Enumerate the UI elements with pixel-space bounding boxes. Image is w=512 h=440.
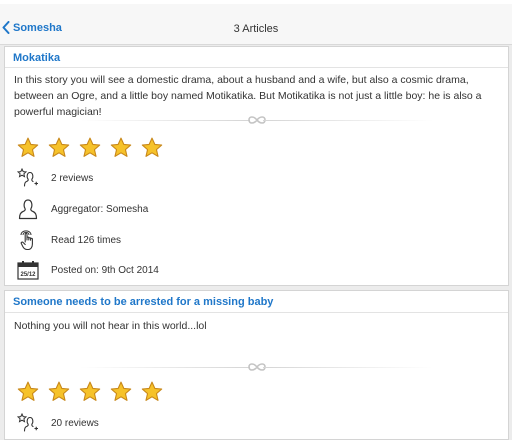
title-divider [5,312,508,313]
article-title[interactable]: Mokatika [13,52,60,64]
review-star-person-icon [17,167,39,189]
article-body: In this story you will see a domestic dr… [14,74,482,118]
reviews-row[interactable]: 20 reviews [17,412,99,434]
article-card[interactable]: Someone needs to be arrested for a missi… [4,290,509,440]
svg-text:25/12: 25/12 [20,272,36,278]
top-bar: Somesha 3 Articles [0,0,512,45]
reviews-row[interactable]: 2 reviews [17,167,93,189]
posted-date: Posted on: 9th Oct 2014 [51,264,159,276]
article-title[interactable]: Someone needs to be arrested for a missi… [13,296,273,308]
posted-row: 25/12 Posted on: 9th Oct 2014 [17,259,159,281]
reviews-count: 2 reviews [51,172,94,184]
calendar-icon: 25/12 [17,259,39,281]
page-title: 3 Articles [233,23,279,35]
aggregator-row: Aggregator: Somesha [17,198,148,220]
star-icon[interactable] [110,137,132,158]
hand-touch-icon [17,229,39,251]
aggregator-label: Aggregator: Somesha [51,203,149,215]
person-outline-icon [17,198,39,220]
ornament-divider [55,115,458,125]
title-divider [5,67,508,68]
star-icon[interactable] [79,381,101,402]
reviews-count: 20 reviews [51,417,99,429]
read-count-row: Read 126 times [17,229,121,251]
article-card[interactable]: Mokatika In this story you will see a do… [4,46,509,286]
star-icon[interactable] [141,381,163,402]
star-icon[interactable] [110,381,132,402]
star-icon[interactable] [48,137,70,158]
top-bar-edge [0,0,512,4]
read-count-label: Read 126 times [51,234,122,246]
star-rating[interactable] [17,381,172,402]
star-icon[interactable] [17,381,39,402]
star-rating[interactable] [17,137,172,158]
star-icon[interactable] [48,381,70,402]
star-icon[interactable] [79,137,101,158]
star-icon[interactable] [141,137,163,158]
star-icon[interactable] [17,137,39,158]
article-body: Nothing you will not hear in this world.… [14,320,207,332]
ornament-divider [55,362,458,372]
review-star-person-icon [17,412,39,434]
